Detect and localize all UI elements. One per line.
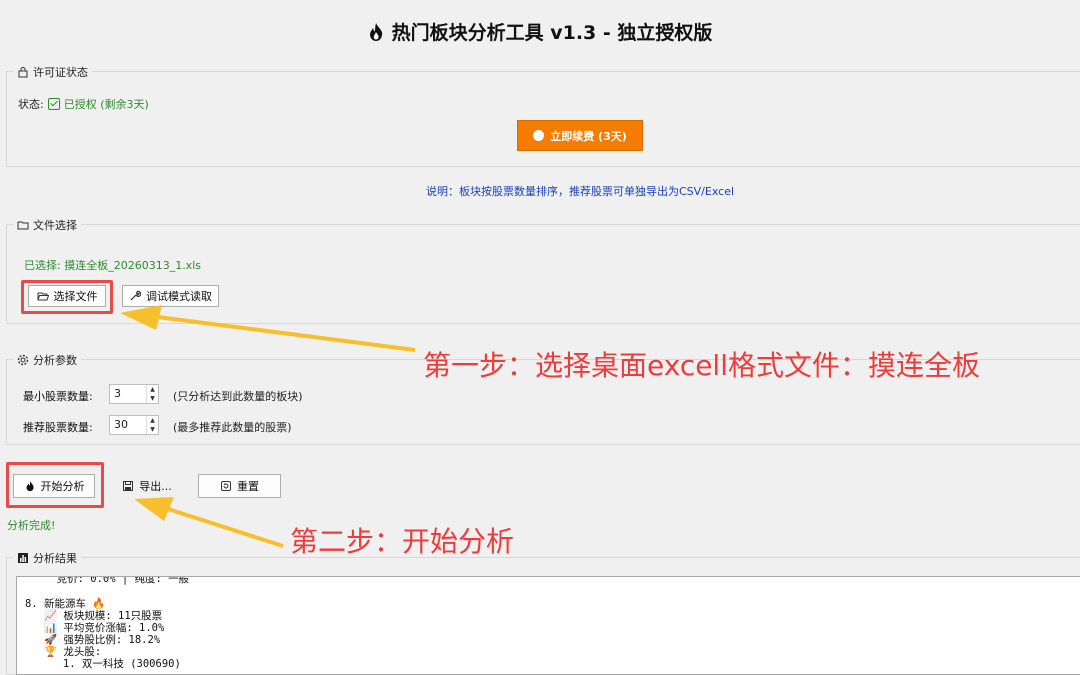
status-text: 已授权 (剩余3天): [63, 98, 149, 111]
export-button[interactable]: 导出...: [114, 474, 180, 498]
spin-up-icon[interactable]: ▲: [147, 385, 158, 394]
app-title-text: 热门板块分析工具 v1.3 - 独立授权版: [391, 22, 713, 44]
step2-annotation: 第二步：开始分析: [290, 525, 515, 558]
flame-icon: [369, 23, 382, 41]
info-note: 说明：板块按股票数量排序，推荐股票可单独导出为CSV/Excel: [425, 185, 735, 198]
min-stock-spinbox[interactable]: 3 ▲ ▼: [109, 384, 159, 404]
circle-icon: [533, 130, 545, 141]
rec-stock-label: 推荐股票数量:: [23, 421, 93, 434]
status-label: 状态:: [18, 98, 44, 111]
rec-stock-hint: (最多推荐此数量的股票): [173, 421, 292, 434]
spin-down-icon[interactable]: ▼: [147, 425, 158, 434]
reset-button[interactable]: 重置: [198, 474, 281, 498]
license-legend: 许可证状态: [13, 64, 92, 80]
lock-icon: [18, 67, 28, 78]
min-stock-label: 最小股票数量:: [23, 390, 93, 403]
spin-down-icon[interactable]: ▼: [147, 394, 158, 403]
result-line: 🚀 强势股比例: 18.2%: [25, 634, 161, 646]
rec-stock-value: 30: [114, 418, 128, 431]
check-icon: [47, 98, 60, 110]
debug-read-button[interactable]: 调试模式读取: [122, 285, 219, 307]
spin-up-icon[interactable]: ▲: [147, 416, 158, 425]
gear-icon: [17, 354, 29, 366]
step2-arrow: [134, 497, 284, 548]
params-legend: 分析参数: [13, 352, 81, 368]
selected-file-text: 已选择: 摸连全板_20260313_1.xls: [24, 259, 201, 272]
step2-highlight: [6, 462, 104, 508]
step1-annotation: 第一步：选择桌面excell格式文件：摸连全板: [423, 349, 980, 382]
rec-stock-spinbox[interactable]: 30 ▲ ▼: [109, 415, 159, 435]
analysis-done-text: 分析完成!: [7, 519, 56, 532]
step1-highlight: [21, 280, 113, 314]
min-stock-hint: (只分析达到此数量的板块): [173, 390, 303, 403]
status-value: 已授权 (剩余3天): [47, 96, 149, 112]
file-legend: 文件选择: [13, 217, 81, 233]
file-group: 文件选择: [6, 217, 1080, 324]
app-title: 热门板块分析工具 v1.3 - 独立授权版: [0, 18, 1080, 45]
renew-button[interactable]: 立即续费 (3天): [517, 120, 643, 151]
min-stock-value: 3: [114, 387, 121, 400]
folder-icon: [17, 221, 29, 230]
results-textarea[interactable]: 竞价: 0.0% | 纯度: 一般 8. 新能源车 🔥 📈 板块规模: 11只股…: [16, 576, 1080, 675]
result-line: 1. 双一科技 (300690): [25, 658, 181, 670]
result-line: 🏆 龙头股:: [25, 646, 102, 658]
result-line: 8. 新能源车 🔥: [25, 598, 106, 610]
license-group: 许可证状态: [6, 64, 1080, 167]
wrench-icon: [130, 290, 141, 301]
bar-chart-icon: [18, 553, 28, 563]
license-status: 状态: 已授权 (剩余3天): [18, 96, 149, 112]
renew-label: 立即续费 (3天): [550, 129, 627, 143]
result-line: 📈 板块规模: 11只股票: [25, 610, 163, 622]
result-line: 📊 平均竞价涨幅: 1.0%: [25, 622, 165, 634]
result-line: 竞价: 0.0% | 纯度: 一般: [25, 576, 190, 585]
refresh-icon: [221, 481, 231, 491]
results-legend: 分析结果: [13, 550, 81, 566]
save-icon: [123, 481, 134, 491]
